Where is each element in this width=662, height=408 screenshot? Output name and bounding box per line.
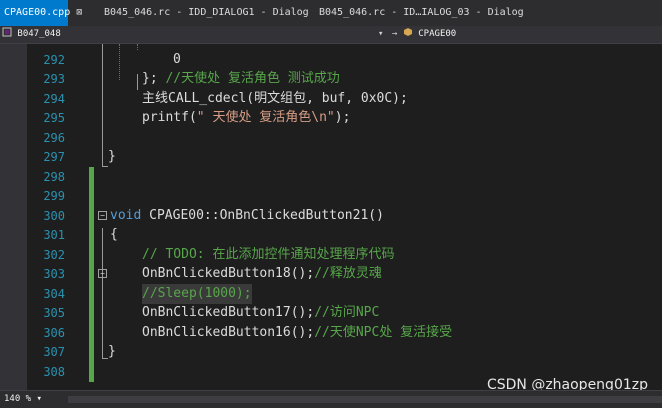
code-line: 300 − void CPAGE00::OnBnClickedButton21(… — [27, 206, 662, 226]
tab-label: CPAGE00.cpp — [4, 7, 71, 18]
line-number: 304 — [43, 287, 65, 301]
project-dropdown[interactable]: B047_048 — [2, 27, 385, 42]
class-icon — [403, 28, 412, 36]
change-bar — [89, 284, 94, 304]
line-number: 293 — [43, 72, 65, 86]
code-comment: //访问NPC — [314, 305, 380, 320]
line-number: 299 — [43, 189, 65, 203]
code-comment: //Sleep(1000); — [142, 284, 252, 304]
line-number: 302 — [43, 248, 65, 262]
horizontal-scrollbar[interactable] — [68, 396, 662, 403]
code-text: OnBnClickedButton16(); — [142, 325, 315, 340]
status-bar: 140 % ▾ — [0, 390, 662, 408]
project-name: B047_048 — [17, 29, 61, 39]
code-text: { — [110, 227, 118, 242]
line-number: 305 — [43, 306, 65, 320]
code-line: 303 − OnBnClickedButton18();//释放灵魂 — [27, 264, 662, 284]
line-number: 307 — [43, 345, 65, 359]
change-bar — [89, 264, 94, 284]
dropdown-arrow-icon[interactable]: ▾ — [378, 27, 383, 42]
code-text: OnBnClickedButton18(); — [142, 266, 315, 281]
change-bar — [89, 245, 94, 265]
line-number: 301 — [43, 228, 65, 242]
line-number: 303 — [43, 267, 65, 281]
tab-dialog1[interactable]: B045_046.rc - IDD_DIALOG1 - Dialog — [104, 0, 309, 26]
line-number: 294 — [43, 92, 65, 106]
zoom-dropdown[interactable]: 140 % ▾ — [4, 392, 42, 407]
code-line: 296 — [27, 128, 662, 148]
code-text: CPAGE00::OnBnClickedButton21() — [141, 208, 384, 223]
code-comment: // TODO: 在此添加控件通知处理程序代码 — [142, 247, 395, 262]
change-bar — [89, 186, 94, 206]
code-line: 304 //Sleep(1000); — [27, 284, 662, 304]
line-number: 295 — [43, 111, 65, 125]
line-number: 296 — [43, 131, 65, 145]
code-editor[interactable]: 292 0 293 }; //天使处 复活角色 测试成功 294 主线CALL_… — [27, 44, 662, 390]
code-line: 292 0 — [27, 50, 662, 70]
line-number: 308 — [43, 365, 65, 379]
code-line: 294 主线CALL_cdecl(明文组包, buf, 0x0C); — [27, 89, 662, 109]
line-number: 300 — [43, 209, 65, 223]
change-bar — [89, 342, 94, 362]
change-bar — [89, 362, 94, 382]
zoom-level: 140 % — [4, 394, 32, 404]
line-number: 292 — [43, 53, 65, 67]
change-bar — [89, 206, 94, 226]
code-text: printf( — [142, 110, 197, 125]
code-line: 302 // TODO: 在此添加控件通知处理程序代码 — [27, 245, 662, 265]
code-text: 主线CALL_cdecl(明文组包, buf, 0x0C); — [142, 91, 408, 106]
code-line: 301 { — [27, 225, 662, 245]
tab-dialog3[interactable]: B045_046.rc - ID…IALOG_03 - Dialog — [319, 0, 524, 26]
code-line: 295 printf(" 天使处 复活角色\n"); — [27, 108, 662, 128]
change-bar — [89, 323, 94, 343]
line-number: 306 — [43, 326, 65, 340]
code-text: OnBnClickedButton17(); — [142, 305, 315, 320]
code-text: }; — [142, 71, 166, 86]
project-icon — [2, 27, 12, 37]
code-comment: //天使NPC处 复活接受 — [314, 325, 453, 340]
code-text: } — [108, 344, 116, 359]
chevron-down-icon: ▾ — [36, 394, 42, 404]
collapse-icon[interactable]: − — [98, 211, 107, 220]
code-line: 299 — [27, 186, 662, 206]
code-line: 293 }; //天使处 复活角色 测试成功 — [27, 69, 662, 89]
document-tab-bar: CPAGE00.cpp ⊠ B045_046.rc - IDD_DIALOG1 -… — [0, 0, 662, 26]
close-icon[interactable]: ⊠ — [76, 7, 82, 18]
navigation-bar: B047_048 ▾ → CPAGE00 — [0, 26, 662, 44]
code-text: 0 — [173, 52, 181, 67]
line-number: 297 — [43, 150, 65, 164]
tab-label: B045_046.rc - IDD_DIALOG1 - Dialog — [104, 7, 309, 18]
code-comment: //天使处 复活角色 测试成功 — [165, 71, 340, 86]
code-keyword: void — [110, 208, 142, 223]
code-line: 306 OnBnClickedButton16();//天使NPC处 复活接受 — [27, 323, 662, 343]
change-bar — [89, 225, 94, 245]
change-bar — [89, 167, 94, 187]
scope-name: CPAGE00 — [418, 29, 457, 39]
code-line: 305 OnBnClickedButton17();//访问NPC — [27, 303, 662, 323]
code-line: 297 } — [27, 147, 662, 167]
code-line: 307 } — [27, 342, 662, 362]
scope-arrow-icon: → — [392, 29, 398, 39]
collapse-icon[interactable]: − — [98, 269, 107, 278]
code-comment: //释放灵魂 — [314, 266, 382, 281]
code-string: " 天使处 复活角色\n" — [196, 110, 335, 125]
scope-dropdown[interactable]: → CPAGE00 — [392, 27, 662, 42]
change-bar — [89, 303, 94, 323]
code-line: 298 — [27, 167, 662, 187]
line-number: 298 — [43, 170, 65, 184]
indicator-margin — [0, 44, 27, 390]
tab-cpage00-cpp[interactable]: CPAGE00.cpp ⊠ — [0, 0, 82, 26]
tab-label: B045_046.rc - ID…IALOG_03 - Dialog — [319, 7, 524, 18]
code-text: ); — [334, 110, 351, 125]
code-text: } — [108, 149, 116, 164]
